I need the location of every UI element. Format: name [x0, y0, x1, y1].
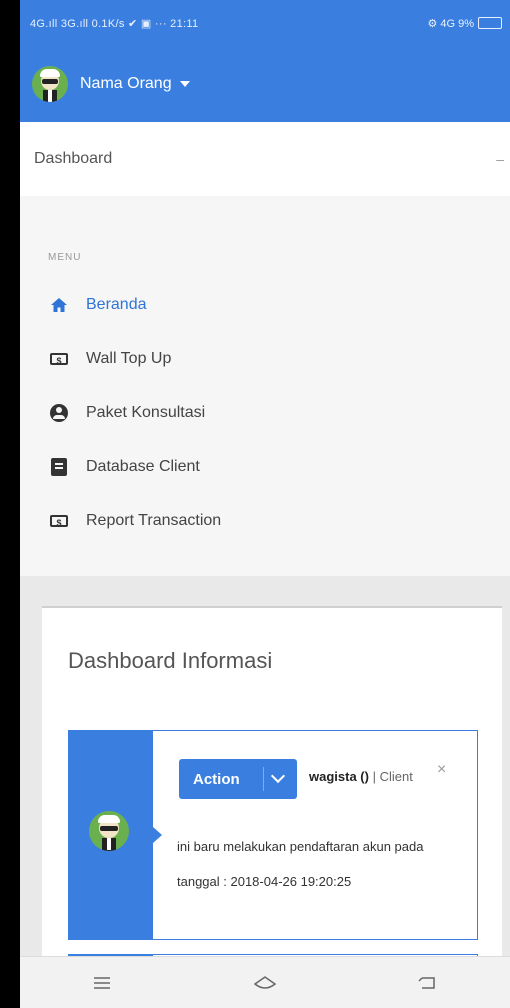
info-card: Dashboard Informasi Action wagista () | … [42, 606, 502, 996]
action-label: Action [193, 770, 240, 788]
collapse-icon[interactable]: – [496, 151, 504, 167]
money-icon: $ [50, 512, 68, 530]
phone-screen: 4G.ıll 3G.ıll 0.1K/s ✔ ▣ ··· 21:11 ⚙ 4G … [20, 0, 510, 1008]
close-icon[interactable]: × [437, 761, 446, 779]
status-bar: 4G.ıll 3G.ıll 0.1K/s ✔ ▣ ··· 21:11 ⚙ 4G … [20, 0, 510, 46]
user-circle-icon [50, 404, 68, 422]
sidebar-menu: MENU Beranda $ Wall Top Up Paket Konsult… [20, 196, 510, 576]
chevron-down-icon [270, 768, 286, 784]
menu-icon[interactable] [82, 968, 122, 998]
avatar [89, 811, 129, 851]
sidebar-item-beranda[interactable]: Beranda [50, 290, 147, 320]
sidebar-item-label: Database Client [86, 458, 200, 475]
timeline-role: | Client [372, 769, 413, 784]
action-dropdown-button[interactable]: Action [179, 759, 297, 799]
sidebar-item-paket-konsultasi[interactable]: Paket Konsultasi [50, 398, 205, 428]
status-right: ⚙ 4G 9% [427, 17, 502, 30]
status-right-text: ⚙ 4G 9% [427, 17, 474, 30]
timeline-user: wagista () | Client [309, 769, 413, 784]
timeline-item: Action wagista () | Client × ini baru me… [68, 730, 478, 940]
avatar[interactable] [32, 66, 68, 102]
sidebar-item-database-client[interactable]: Database Client [50, 452, 200, 482]
timeline-arrow [153, 827, 162, 843]
card-title: Dashboard Informasi [68, 648, 273, 673]
home-icon [50, 296, 68, 314]
home-nav-icon[interactable] [245, 968, 285, 998]
address-book-icon [50, 458, 68, 476]
dashboard-header[interactable]: Dashboard – [20, 122, 510, 196]
app-bar: Nama Orang [20, 46, 510, 122]
sidebar-item-label: Report Transaction [86, 512, 222, 529]
money-icon: $ [50, 350, 68, 368]
username-label: Nama Orang [80, 75, 172, 92]
timeline-message: ini baru melakukan pendaftaran akun pada… [177, 839, 424, 889]
sidebar-item-report-transaction[interactable]: $ Report Transaction [50, 506, 221, 536]
main-content: Dashboard Informasi Action wagista () | … [20, 576, 510, 996]
battery-icon [478, 17, 502, 29]
sidebar-item-wall-top-up[interactable]: $ Wall Top Up [50, 344, 171, 374]
status-left: 4G.ıll 3G.ıll 0.1K/s ✔ ▣ ··· 21:11 [30, 17, 199, 30]
user-dropdown[interactable]: Nama Orang [80, 75, 190, 93]
sidebar-item-label: Paket Konsultasi [86, 404, 206, 421]
sidebar-item-label: Wall Top Up [86, 350, 172, 367]
back-icon[interactable] [408, 968, 448, 998]
sidebar-item-label: Beranda [86, 296, 147, 313]
system-nav-bar [20, 956, 510, 1008]
timeline-username: wagista () [309, 769, 369, 784]
menu-title: MENU [48, 252, 82, 263]
caret-down-icon [179, 81, 190, 87]
dashboard-label: Dashboard [34, 150, 113, 167]
